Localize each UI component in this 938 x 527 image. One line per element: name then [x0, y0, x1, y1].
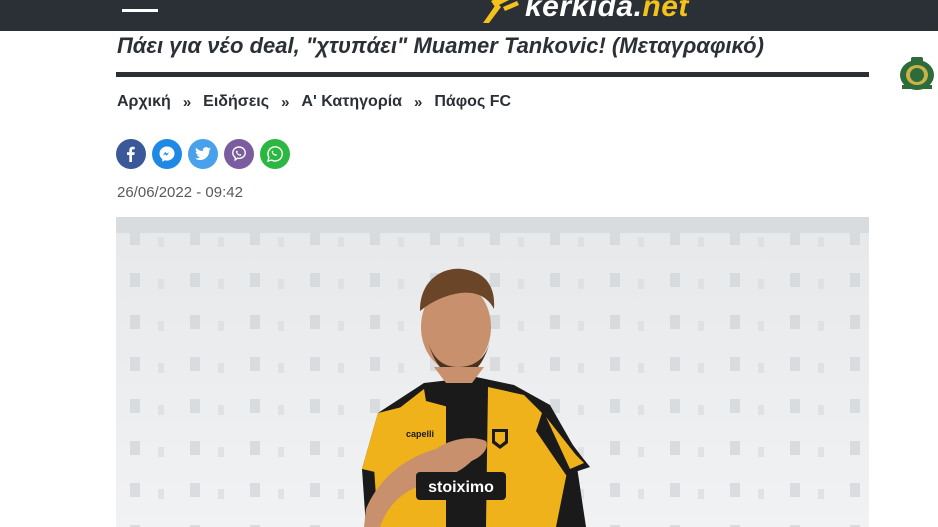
team-crest-icon[interactable] [898, 53, 936, 93]
viber-icon [232, 146, 246, 162]
share-messenger-button[interactable] [152, 139, 182, 169]
title-divider [116, 72, 869, 77]
twitter-icon [195, 147, 211, 160]
logo-mark-icon [483, 0, 519, 23]
share-bar [116, 139, 290, 169]
share-facebook-button[interactable] [116, 139, 146, 169]
facebook-icon [127, 146, 135, 162]
article-hero-image: stoiximo capelli [116, 217, 869, 527]
article-title: Πάει για νέο deal, "χτυπάει" Muamer Tank… [117, 33, 764, 58]
share-twitter-button[interactable] [188, 139, 218, 169]
jersey-sponsor-text: stoiximo [428, 479, 494, 496]
breadcrumb-separator: » [182, 93, 192, 111]
breadcrumb-item-category[interactable]: Α' Κατηγορία [301, 93, 402, 111]
logo-text: kerkida.net [525, 0, 689, 23]
player-photo: stoiximo capelli [116, 217, 869, 527]
breadcrumb-item-home[interactable]: Αρχική [117, 93, 171, 111]
share-whatsapp-button[interactable] [260, 139, 290, 169]
whatsapp-icon [267, 146, 283, 162]
jersey-brand-text: capelli [406, 429, 434, 439]
breadcrumb-item-news[interactable]: Ειδήσεις [203, 93, 269, 111]
share-viber-button[interactable] [224, 139, 254, 169]
breadcrumb-separator: » [281, 93, 290, 111]
menu-icon[interactable] [122, 0, 158, 20]
messenger-icon [159, 146, 175, 162]
site-logo[interactable]: kerkida.net [477, 0, 689, 27]
article-date: 26/06/2022 - 09:42 [117, 184, 243, 201]
breadcrumb: Αρχική » Ειδήσεις » Α' Κατηγορία » Πάφος… [117, 93, 511, 111]
breadcrumb-separator: » [414, 93, 423, 111]
site-header: kerkida.net [0, 0, 938, 31]
breadcrumb-item-team[interactable]: Πάφος FC [434, 93, 511, 111]
